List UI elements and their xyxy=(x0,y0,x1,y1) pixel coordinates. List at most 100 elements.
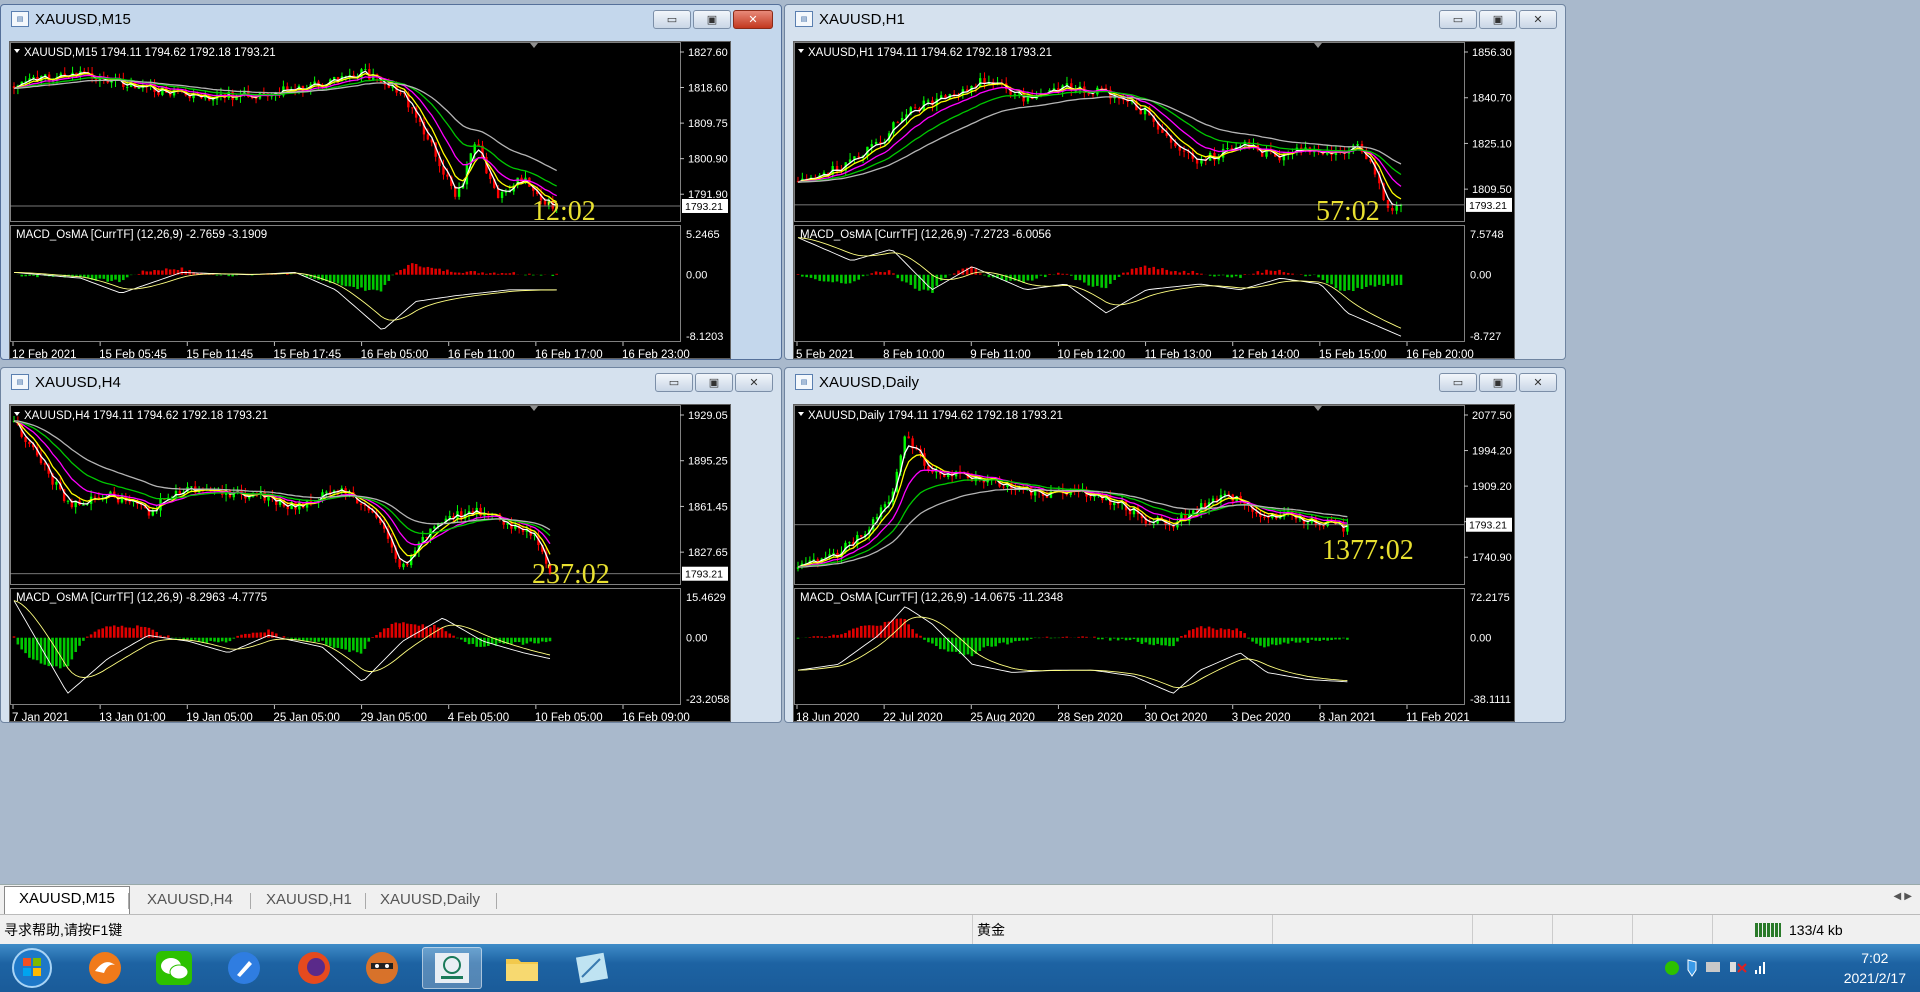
minimize-button[interactable]: ▭ xyxy=(1439,10,1477,29)
candles xyxy=(12,415,552,576)
histogram-bar xyxy=(317,637,320,642)
histogram-bar xyxy=(938,637,942,650)
candle-body xyxy=(1356,143,1359,146)
histogram-bar xyxy=(55,637,58,667)
window-titlebar[interactable]: ▤ XAUUSD,H4 ▭ ▣ ✕ xyxy=(1,368,781,396)
close-button[interactable]: ✕ xyxy=(733,10,773,29)
minimize-button[interactable]: ▭ xyxy=(1439,373,1477,392)
time-tick-label: 3 Dec 2020 xyxy=(1232,712,1291,723)
traffic-value: 133/4 kb xyxy=(1789,922,1843,938)
tab-xauusd-h4[interactable]: XAUUSD,H4 xyxy=(133,888,247,914)
status-profile: 黄金 xyxy=(972,915,1272,945)
chart-window-d1[interactable]: ▤XAUUSD,Daily▭▣✕ 2077.501994.201909.20182… xyxy=(784,367,1566,723)
taskbar-app-game[interactable] xyxy=(352,947,412,989)
histogram-bar xyxy=(517,637,521,643)
restore-button[interactable]: ▣ xyxy=(695,373,733,392)
clock[interactable]: 7:02 2021/2/17 xyxy=(1844,948,1906,988)
candles xyxy=(12,63,558,213)
chart-canvas[interactable]: 2077.501994.201909.201824.201740.901793.… xyxy=(793,404,1515,722)
histogram-bar xyxy=(796,274,800,275)
histogram-bar xyxy=(344,274,348,287)
shift-marker-icon[interactable] xyxy=(1314,406,1322,411)
chart-window-m15[interactable]: ▤ XAUUSD,M15 ▭ ▣ ✕ 1827.60 1818.60 1809.75 1800.… xyxy=(0,4,782,360)
histogram-bar xyxy=(364,274,367,291)
histogram-bar xyxy=(332,637,336,648)
histogram-bar xyxy=(1026,274,1030,281)
taskbar-app-wechat[interactable] xyxy=(144,947,204,989)
start-button[interactable] xyxy=(2,947,62,989)
minimize-button[interactable]: ▭ xyxy=(653,10,691,29)
price-tick-label: 1929.05 xyxy=(688,410,728,422)
histogram-bar xyxy=(75,274,78,276)
macd-pane-frame xyxy=(794,588,1465,705)
price-tick-label: 1809.75 xyxy=(688,118,728,130)
chart-menu-triangle-icon[interactable] xyxy=(14,49,20,53)
window-titlebar[interactable]: ▤ XAUUSD,Daily ▭ ▣ ✕ xyxy=(785,368,1565,396)
taskbar-app-firefox[interactable] xyxy=(284,947,344,989)
close-button[interactable]: ✕ xyxy=(1519,10,1557,29)
bar-countdown-timer: 237:02 xyxy=(532,559,610,590)
taskbar-app-feishu[interactable] xyxy=(214,947,274,989)
chart-svg[interactable]: 1856.30 1840.70 1825.10 1809.50 1793.21 XAUUS… xyxy=(794,42,1516,360)
histogram-bar xyxy=(1343,274,1346,291)
histogram-bar xyxy=(528,273,531,275)
taskbar-app-metatrader[interactable] xyxy=(422,947,482,989)
current-price-label: 1793.21 xyxy=(685,569,723,581)
window-titlebar[interactable]: ▤ XAUUSD,H1 ▭ ▣ ✕ xyxy=(785,5,1565,33)
histogram-bar xyxy=(70,637,74,660)
chart-canvas[interactable]: 1929.05 1895.25 1861.45 1827.65 1793.21 XAUUS… xyxy=(9,404,731,722)
histogram-bar xyxy=(1043,274,1047,278)
candle-body xyxy=(359,503,363,505)
price-tick-label: 1840.70 xyxy=(1472,93,1512,105)
histogram-bar xyxy=(122,274,125,281)
restore-button[interactable]: ▣ xyxy=(1479,373,1517,392)
histogram-bar xyxy=(434,268,437,275)
tab-scroll-arrows[interactable]: ◀ ▶ xyxy=(1893,891,1912,902)
tab-xauusd-h1[interactable]: XAUUSD,H1 xyxy=(252,888,366,914)
chart-menu-triangle-icon[interactable] xyxy=(14,412,20,416)
shift-marker-icon[interactable] xyxy=(530,43,538,48)
chart-canvas[interactable]: 1827.60 1818.60 1809.75 1800.90 1791.90 1793.… xyxy=(9,41,731,359)
chart-window-h1[interactable]: ▤ XAUUSD,H1 ▭ ▣ ✕ 1856.30 1840.70 1825.10 1809.5… xyxy=(784,4,1566,360)
histogram-bar xyxy=(844,632,847,638)
price-axis: 2077.501994.201909.201824.201740.90 xyxy=(1464,410,1512,564)
chart-menu-triangle-icon[interactable] xyxy=(798,49,804,53)
chart-canvas[interactable]: 1856.30 1840.70 1825.10 1809.50 1793.21 XAUUS… xyxy=(793,41,1515,359)
close-button[interactable]: ✕ xyxy=(735,373,773,392)
tab-xauusd-m15[interactable]: XAUUSD,M15 xyxy=(4,886,130,915)
shift-marker-icon[interactable] xyxy=(1314,43,1322,48)
minimize-button[interactable]: ▭ xyxy=(655,373,693,392)
taskbar-app-notes[interactable] xyxy=(562,947,622,989)
close-button[interactable]: ✕ xyxy=(1519,373,1557,392)
histogram-bar xyxy=(430,267,434,275)
candle-body xyxy=(286,86,289,90)
histogram-bar xyxy=(375,634,378,638)
window-titlebar[interactable]: ▤ XAUUSD,M15 ▭ ▣ ✕ xyxy=(1,5,781,33)
chart-menu-triangle-icon[interactable] xyxy=(798,412,804,416)
histogram-bar xyxy=(1112,637,1116,639)
histogram-bar xyxy=(1298,637,1302,643)
chart-window-h4[interactable]: ▤ XAUUSD,H4 ▭ ▣ ✕ 1929.05 1895.25 1861.45 1827.6… xyxy=(0,367,782,723)
histogram-bar xyxy=(1056,272,1060,275)
taskbar-app-explorer[interactable] xyxy=(492,947,552,989)
chart-svg[interactable]: 1827.601818.601809.751800.901791.901793.… xyxy=(10,42,732,360)
system-tray: 7:02 2021/2/17 xyxy=(1660,944,1920,992)
shift-marker-icon[interactable] xyxy=(530,406,538,411)
candle-body xyxy=(457,188,461,197)
symbol-info-label: XAUUSD,H4 1794.11 1794.62 1792.18 1793.2… xyxy=(24,410,268,422)
histogram-bar xyxy=(240,634,243,638)
histogram-bar xyxy=(433,624,436,638)
chart-svg[interactable]: 2077.501994.201909.201824.201740.901793.… xyxy=(794,405,1516,723)
restore-button[interactable]: ▣ xyxy=(693,10,731,29)
histogram-bar xyxy=(1144,637,1148,643)
current-price-label: 1793.21 xyxy=(1469,200,1507,212)
restore-button[interactable]: ▣ xyxy=(1479,10,1517,29)
histogram-bar xyxy=(125,274,129,278)
candle-body xyxy=(433,526,436,529)
histogram-bar xyxy=(1132,637,1136,640)
chart-svg[interactable]: 1929.05 1895.25 1861.45 1827.65 1793.21 XAUUS… xyxy=(10,405,732,723)
taskbar-app-browser[interactable] xyxy=(75,947,135,989)
tab-xauusd-daily[interactable]: XAUUSD,Daily xyxy=(366,888,494,914)
macd-line xyxy=(797,237,1402,337)
candle-body xyxy=(926,100,930,102)
